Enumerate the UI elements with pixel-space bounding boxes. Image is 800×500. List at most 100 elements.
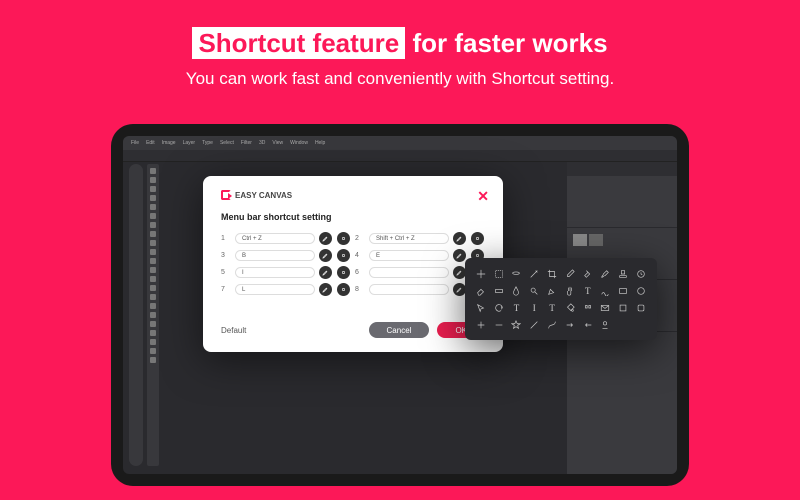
hero: Shortcut feature for faster works You ca… bbox=[0, 0, 800, 89]
shortcut-number: 6 bbox=[355, 269, 365, 276]
shortcut-number: 2 bbox=[355, 235, 365, 242]
panel-section bbox=[567, 176, 677, 228]
curve-icon[interactable] bbox=[544, 317, 560, 332]
tool-icon[interactable] bbox=[337, 232, 350, 245]
hero-title-rest: for faster works bbox=[405, 28, 607, 58]
edit-icon[interactable] bbox=[319, 232, 332, 245]
menu-item[interactable]: Edit bbox=[146, 140, 155, 146]
brush-icon[interactable] bbox=[598, 266, 614, 281]
hero-subtitle: You can work fast and conveniently with … bbox=[0, 69, 800, 89]
bucket-icon[interactable] bbox=[562, 300, 578, 315]
modal-brand: EASY CANVAS bbox=[221, 190, 485, 200]
default-link[interactable]: Default bbox=[221, 326, 246, 335]
arrow-icon[interactable] bbox=[562, 317, 578, 332]
modal-title: Menu bar shortcut setting bbox=[221, 212, 485, 222]
brand-logo-icon bbox=[221, 190, 231, 200]
edit-icon[interactable] bbox=[319, 266, 332, 279]
shortcut-modal: EASY CANVAS ✕ Menu bar shortcut setting … bbox=[203, 176, 503, 352]
edit-icon[interactable] bbox=[453, 249, 466, 262]
shortcut-input[interactable] bbox=[369, 284, 449, 295]
modal-footer: Default Cancel OK bbox=[221, 322, 485, 338]
tool-column-left bbox=[129, 164, 143, 466]
shortcut-input[interactable]: Shift + Ctrl + Z bbox=[369, 233, 449, 244]
blank-icon[interactable] bbox=[615, 317, 631, 332]
square-icon[interactable] bbox=[615, 300, 631, 315]
line-icon[interactable] bbox=[526, 317, 542, 332]
dodge-icon[interactable] bbox=[526, 283, 542, 298]
star-icon[interactable] bbox=[509, 317, 525, 332]
eraser-icon[interactable] bbox=[473, 283, 489, 298]
menu-item[interactable]: Type bbox=[202, 140, 213, 146]
plus-icon[interactable] bbox=[473, 317, 489, 332]
envelope-icon[interactable] bbox=[598, 300, 614, 315]
tablet-frame: File Edit Image Layer Type Select Filter 3D View… bbox=[111, 124, 689, 486]
menu-item[interactable]: Filter bbox=[241, 140, 252, 146]
edit-icon[interactable] bbox=[319, 249, 332, 262]
text-icon[interactable]: T bbox=[580, 283, 596, 298]
rarrow-icon[interactable] bbox=[580, 317, 596, 332]
typeT-icon[interactable]: T bbox=[509, 300, 525, 315]
move-icon[interactable] bbox=[473, 266, 489, 281]
menu-item[interactable]: Window bbox=[290, 140, 308, 146]
blank-icon[interactable] bbox=[633, 317, 649, 332]
app-screen: File Edit Image Layer Type Select Filter 3D View… bbox=[123, 136, 677, 474]
heal-icon[interactable] bbox=[580, 266, 596, 281]
tool-icon[interactable] bbox=[337, 249, 350, 262]
swatches bbox=[567, 228, 677, 252]
marquee-icon[interactable] bbox=[491, 266, 507, 281]
minus-icon[interactable] bbox=[491, 317, 507, 332]
shortcut-input[interactable]: E bbox=[369, 250, 449, 261]
circle-icon[interactable] bbox=[633, 283, 649, 298]
cursor-icon[interactable] bbox=[473, 300, 489, 315]
menu-item[interactable]: View bbox=[272, 140, 283, 146]
shortcut-input[interactable] bbox=[369, 267, 449, 278]
shortcut-number: 5 bbox=[221, 269, 231, 276]
textI-icon[interactable]: I bbox=[526, 300, 542, 315]
quote-icon[interactable] bbox=[580, 300, 596, 315]
rotate-icon[interactable] bbox=[491, 300, 507, 315]
blur-icon[interactable] bbox=[509, 283, 525, 298]
tool-column bbox=[147, 164, 159, 466]
shortcut-input[interactable]: B bbox=[235, 250, 315, 261]
gradient-icon[interactable] bbox=[491, 283, 507, 298]
history-icon[interactable] bbox=[633, 266, 649, 281]
lasso-icon[interactable] bbox=[509, 266, 525, 281]
serifT-icon[interactable]: T bbox=[544, 300, 560, 315]
eyedrop-icon[interactable] bbox=[562, 266, 578, 281]
brand-name: EASY CANVAS bbox=[235, 191, 292, 200]
hand-icon[interactable] bbox=[562, 283, 578, 298]
tool-icon[interactable] bbox=[337, 266, 350, 279]
menu-item[interactable]: File bbox=[131, 140, 139, 146]
crop-icon[interactable] bbox=[544, 266, 560, 281]
path-icon[interactable] bbox=[598, 283, 614, 298]
shortcut-input[interactable]: I bbox=[235, 267, 315, 278]
wand-icon[interactable] bbox=[526, 266, 542, 281]
stamp-icon[interactable] bbox=[615, 266, 631, 281]
shortcut-input[interactable]: L bbox=[235, 284, 315, 295]
pen-icon[interactable] bbox=[544, 283, 560, 298]
tool-icon[interactable] bbox=[471, 232, 484, 245]
tool-icon[interactable] bbox=[337, 283, 350, 296]
shortcut-number: 7 bbox=[221, 286, 231, 293]
menu-item[interactable]: Select bbox=[220, 140, 234, 146]
hero-highlight: Shortcut feature bbox=[192, 27, 405, 59]
close-icon[interactable]: ✕ bbox=[477, 188, 489, 205]
app-tabbar bbox=[123, 150, 677, 162]
shortcut-number: 8 bbox=[355, 286, 365, 293]
tool-picker: TTIT bbox=[465, 258, 657, 340]
stamp2-icon[interactable] bbox=[598, 317, 614, 332]
menu-item[interactable]: Layer bbox=[183, 140, 196, 146]
menu-item[interactable]: Image bbox=[162, 140, 176, 146]
shortcut-number: 3 bbox=[221, 252, 231, 259]
menu-item[interactable]: Help bbox=[315, 140, 325, 146]
square2-icon[interactable] bbox=[633, 300, 649, 315]
cancel-button[interactable]: Cancel bbox=[369, 322, 430, 338]
menu-item[interactable]: 3D bbox=[259, 140, 265, 146]
edit-icon[interactable] bbox=[319, 283, 332, 296]
shortcut-grid: 1Ctrl + Z2Shift + Ctrl + Z3B4E5I67L8 bbox=[221, 232, 485, 296]
shortcut-number: 4 bbox=[355, 252, 365, 259]
edit-icon[interactable] bbox=[453, 232, 466, 245]
shortcut-input[interactable]: Ctrl + Z bbox=[235, 233, 315, 244]
hero-title: Shortcut feature for faster works bbox=[0, 28, 800, 59]
rect-icon[interactable] bbox=[615, 283, 631, 298]
